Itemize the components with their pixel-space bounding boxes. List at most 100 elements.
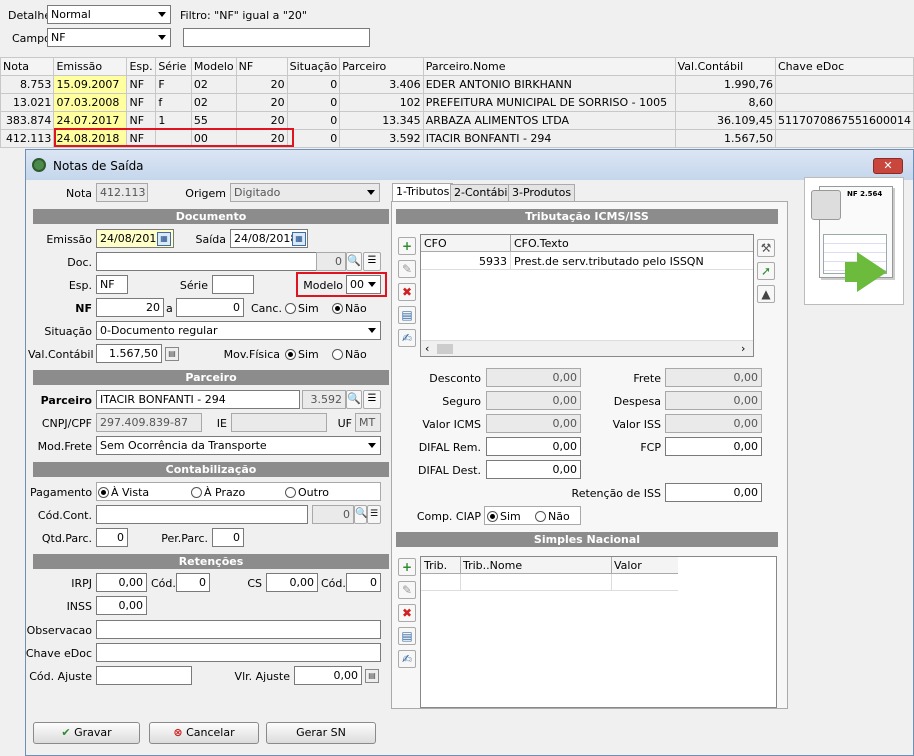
parceiro-field[interactable]: ITACIR BONFANTI - 294 xyxy=(96,390,300,409)
cancelar-button[interactable]: ⊗ Cancelar xyxy=(149,722,259,744)
esp-field[interactable]: NF xyxy=(96,275,128,294)
add-icon[interactable]: + xyxy=(398,237,416,255)
grid-col-header[interactable]: Val.Contábil xyxy=(674,57,776,76)
table-row[interactable]: 13.021 07.03.2008 NF f 02 20 0 102 PREFEITURA MU… xyxy=(0,93,914,112)
grid-col-header[interactable]: Nota xyxy=(0,57,55,76)
difalrem-field[interactable]: 0,00 xyxy=(486,437,581,456)
codcont-label: Cód.Cont. xyxy=(37,509,92,522)
grid-col-header[interactable]: Parceiro.Nome xyxy=(422,57,676,76)
pagamento-avista-radio[interactable]: À Vista xyxy=(98,486,149,499)
movfisica-sim-radio[interactable]: Sim xyxy=(285,348,319,361)
nota-field: 412.113 xyxy=(96,183,148,202)
serie-field[interactable] xyxy=(212,275,254,294)
perparc-field[interactable]: 0 xyxy=(212,528,244,547)
search-icon[interactable]: 🔍 xyxy=(346,390,362,409)
grid-cell xyxy=(774,129,914,148)
canc-sim-radio[interactable]: Sim xyxy=(285,302,319,315)
grid-col-header[interactable]: NF xyxy=(235,57,288,76)
filter-value-input[interactable] xyxy=(183,28,370,47)
calendar-icon[interactable]: ▦ xyxy=(292,232,306,246)
delete-icon[interactable]: ✖ xyxy=(398,283,416,301)
doc-field[interactable] xyxy=(96,252,344,271)
grid-cell: 0 xyxy=(286,93,341,112)
tab-tributos[interactable]: 1-Tributos xyxy=(392,183,454,202)
grid-cell: 102 xyxy=(339,93,424,112)
tools-icon[interactable]: ⚒ xyxy=(757,239,775,257)
vlrajuste-field[interactable]: 0,00 xyxy=(294,666,362,685)
pagamento-aprazo-radio[interactable]: À Prazo xyxy=(191,486,245,499)
form-icon[interactable]: ✍ xyxy=(398,329,416,347)
nf-field[interactable]: 20 xyxy=(96,298,164,317)
scroll-left-icon[interactable]: ‹ xyxy=(425,342,429,355)
qtdparc-field[interactable]: 0 xyxy=(96,528,128,547)
grid-col-header[interactable]: Série xyxy=(155,57,192,76)
codcont-field[interactable] xyxy=(96,505,308,524)
fcp-field[interactable]: 0,00 xyxy=(665,437,762,456)
grid-col-header[interactable]: Parceiro xyxy=(339,57,424,76)
add-icon[interactable]: + xyxy=(398,558,416,576)
campo-select[interactable]: NF xyxy=(47,28,171,47)
compciap-sim-radio[interactable]: Sim xyxy=(487,510,521,523)
cfo-texto-col-header: CFO.Texto xyxy=(514,237,569,250)
grid-cell: 02 xyxy=(190,93,237,112)
save-icon[interactable]: ▤ xyxy=(398,306,416,324)
tab-produtos[interactable]: 3-Produtos xyxy=(508,184,576,202)
table-row[interactable] xyxy=(421,574,678,591)
table-row[interactable]: 8.753 15.09.2007 NF F 02 20 0 3.406 EDER ANTONIO… xyxy=(0,75,914,94)
cod1-field[interactable]: 0 xyxy=(176,573,210,592)
difaldest-field[interactable]: 0,00 xyxy=(486,460,581,479)
selected-row-highlight xyxy=(54,128,294,147)
search-icon[interactable]: 🔍 xyxy=(346,252,362,271)
esp-label: Esp. xyxy=(68,279,92,292)
search-icon[interactable]: 🔍 xyxy=(354,505,367,524)
list-icon[interactable]: ☰ xyxy=(363,252,381,271)
gravar-button[interactable]: ✔ Gravar xyxy=(33,722,140,744)
close-icon[interactable]: ✕ xyxy=(873,158,903,174)
observacao-field[interactable] xyxy=(96,620,381,639)
valcontabil-field[interactable]: 1.567,50 xyxy=(96,344,162,363)
codajuste-field[interactable] xyxy=(96,666,192,685)
perparc-label: Per.Parc. xyxy=(161,532,208,545)
grid-cell xyxy=(774,75,914,94)
grid-col-header[interactable]: Esp. xyxy=(126,57,157,76)
canc-nao-radio[interactable]: Não xyxy=(332,302,367,315)
grid-col-header[interactable]: Emissão xyxy=(53,57,128,76)
grid-col-header[interactable]: Chave eDoc xyxy=(774,57,914,76)
list-icon[interactable]: ☰ xyxy=(363,390,381,409)
edit-icon[interactable]: ✎ xyxy=(398,260,416,278)
compciap-nao-radio[interactable]: Não xyxy=(535,510,570,523)
scroll-right-icon[interactable]: › xyxy=(741,342,745,355)
list-icon[interactable]: ☰ xyxy=(367,505,381,524)
tab-contabil[interactable]: 2-Contábil xyxy=(450,184,515,202)
table-row[interactable]: 383.874 24.07.2017 NF 1 55 20 0 13.345 ARBAZA AL… xyxy=(0,111,914,130)
save-icon[interactable]: ▤ xyxy=(398,627,416,645)
form-icon[interactable]: ✍ xyxy=(398,650,416,668)
pagamento-outro-radio[interactable]: Outro xyxy=(285,486,329,499)
calculator-icon[interactable]: ▤ xyxy=(365,669,379,683)
stamp-icon[interactable]: ▲ xyxy=(757,285,775,303)
nf-range-end-field[interactable]: 0 xyxy=(176,298,244,317)
situacao-select[interactable]: 0-Documento regular xyxy=(96,321,381,340)
movfisica-nao-radio[interactable]: Não xyxy=(332,348,367,361)
chave-edoc-field[interactable] xyxy=(96,643,381,662)
irpj-field[interactable]: 0,00 xyxy=(96,573,147,592)
table-row[interactable]: 5933 Prest.de serv.tributado pelo ISSQN xyxy=(421,252,753,270)
calculator-icon[interactable]: ▤ xyxy=(165,347,179,361)
grid-col-header[interactable]: Modelo xyxy=(190,57,237,76)
retiss-field[interactable]: 0,00 xyxy=(665,483,762,502)
nf-image-title: NF 2.564 xyxy=(847,190,883,198)
inss-field[interactable]: 0,00 xyxy=(96,596,147,615)
cod2-field[interactable]: 0 xyxy=(346,573,381,592)
documento-header: Documento xyxy=(33,209,389,224)
detalhe-select[interactable]: Normal xyxy=(47,5,171,24)
gerar-sn-button[interactable]: Gerar SN xyxy=(266,722,376,744)
edit-icon[interactable]: ✎ xyxy=(398,581,416,599)
export-icon[interactable]: ➚ xyxy=(757,262,775,280)
horizontal-scrollbar[interactable]: ‹ › xyxy=(421,340,753,356)
calendar-icon[interactable]: ▦ xyxy=(157,232,171,246)
grid-cell: 20 xyxy=(235,111,288,130)
cs-field[interactable]: 0,00 xyxy=(266,573,318,592)
modfrete-select[interactable]: Sem Ocorrência da Transporte xyxy=(96,436,381,455)
grid-col-header[interactable]: Situação xyxy=(286,57,341,76)
delete-icon[interactable]: ✖ xyxy=(398,604,416,622)
